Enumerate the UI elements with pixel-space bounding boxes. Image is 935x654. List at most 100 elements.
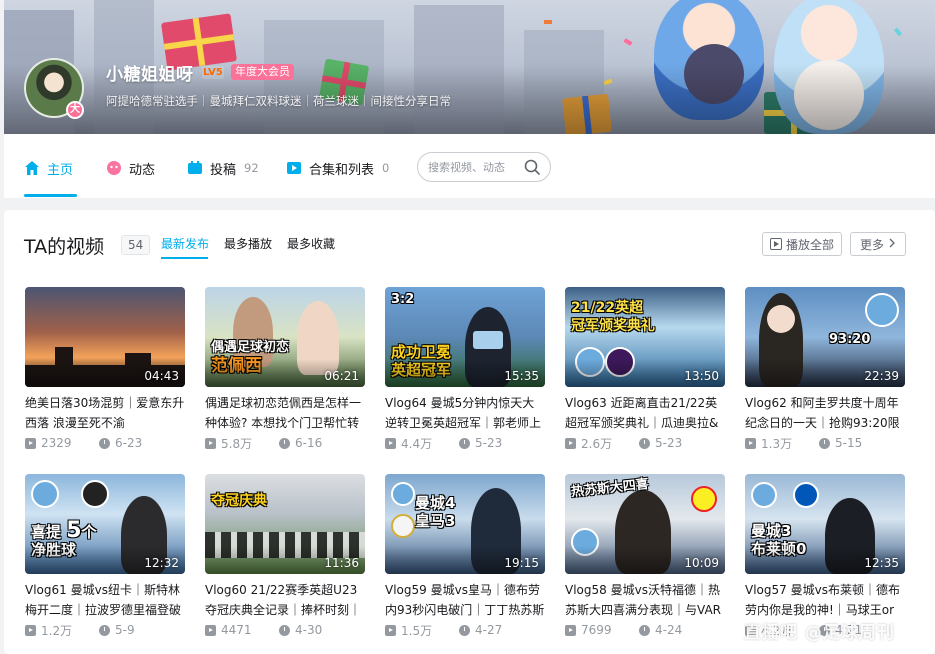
video-duration: 12:32 — [144, 556, 179, 570]
video-thumbnail[interactable]: 21/22英超 冠军颁奖典礼 13:50 — [565, 287, 725, 387]
thumbnail-caption: 曼城4 皇马3 — [415, 494, 456, 530]
video-title[interactable]: Vlog60 21/22赛季英超U23夺冠庆典全记录｜捧杯时刻｜ — [205, 580, 365, 620]
video-thumbnail[interactable]: 04:43 — [25, 287, 185, 387]
collections-count: 0 — [382, 161, 390, 175]
tab-dynamic[interactable]: 动态 — [106, 158, 155, 178]
video-card[interactable]: 3:2 成功卫冕英超冠军 15:35 Vlog64 曼城5分钟内惊天大逆转卫冕英… — [385, 287, 545, 451]
search-icon[interactable] — [524, 159, 540, 175]
video-title[interactable]: 偶遇足球初恋范佩西是怎样一种体验? 本想找个门卫帮忙转 — [205, 393, 365, 433]
tab-home[interactable]: 主页 — [24, 158, 73, 178]
video-meta: 2329 6-23 — [25, 435, 185, 451]
video-thumbnail[interactable]: 喜提 5个净胜球 12:32 — [25, 474, 185, 574]
more-label: 更多 — [859, 237, 884, 252]
video-title[interactable]: Vlog61 曼城vs纽卡｜斯特林梅开二度｜拉波罗德里福登破 — [25, 580, 185, 620]
play-count: 1.2万 — [41, 623, 73, 638]
video-title[interactable]: Vlog63 近距离直击21/22英超冠军颁奖典礼｜瓜迪奥拉& — [565, 393, 725, 433]
video-duration: 13:50 — [684, 369, 719, 383]
active-tab-indicator — [24, 194, 77, 197]
clock-icon — [279, 624, 290, 636]
sort-tab-most-played[interactable]: 最多播放 — [224, 235, 272, 252]
play-count: 5.8万 — [221, 436, 253, 451]
video-title[interactable]: Vlog57 曼城vs布莱顿｜德布劳内你是我的神!｜马球王or — [745, 580, 905, 620]
sort-tab-latest[interactable]: 最新发布 — [161, 235, 209, 252]
video-meta: 1.3万 5-15 — [745, 435, 905, 451]
profile-signature: 阿提哈德常驻选手｜曼城拜仁双料球迷｜荷兰球迷｜间接性分享日常 — [106, 94, 451, 108]
video-card[interactable]: 曼城4 皇马3 19:15 Vlog59 曼城vs皇马｜德布劳内93秒闪电破门｜丁… — [385, 474, 545, 638]
sort-tab-most-favorited[interactable]: 最多收藏 — [287, 235, 335, 252]
video-meta: 5.8万 6-16 — [205, 435, 365, 451]
chevron-right-icon — [888, 237, 896, 251]
video-title[interactable]: Vlog62 和阿圭罗共度十周年纪念日的一天｜抢购93:20限 — [745, 393, 905, 433]
publish-date: 6-23 — [115, 436, 143, 450]
more-button[interactable]: 更多 — [850, 232, 906, 256]
video-thumbnail[interactable]: 曼城3布莱顿0 12:35 — [745, 474, 905, 574]
video-meta: 2.6万 5-23 — [565, 435, 725, 451]
publish-date: 6-16 — [295, 436, 323, 450]
video-card[interactable]: 21/22英超 冠军颁奖典礼 13:50 Vlog63 近距离直击21/22英超冠… — [565, 287, 725, 451]
play-count: 2.6万 — [581, 436, 613, 451]
clock-icon — [459, 437, 470, 449]
search-input[interactable] — [428, 159, 524, 175]
play-count: 2329 — [41, 436, 72, 450]
video-title[interactable]: Vlog64 曼城5分钟内惊天大逆转卫冕英超冠军｜郭老师上 — [385, 393, 545, 433]
play-all-button[interactable]: 播放全部 — [762, 232, 842, 256]
play-count-icon — [205, 437, 216, 449]
thumbnail-caption: 21/22英超 冠军颁奖典礼 — [571, 300, 655, 334]
collections-icon — [286, 160, 302, 176]
sort-tab-indicator — [161, 257, 208, 259]
play-count-icon — [385, 437, 396, 449]
video-duration: 15:35 — [504, 369, 539, 383]
search-box[interactable] — [417, 152, 551, 182]
video-card[interactable]: 93:20 22:39 Vlog62 和阿圭罗共度十周年纪念日的一天｜抢购93:… — [745, 287, 905, 451]
video-card[interactable]: 偶遇足球初恋范佩西 06:21 偶遇足球初恋范佩西是怎样一种体验? 本想找个门卫… — [205, 287, 365, 451]
video-thumbnail[interactable]: 夺冠庆典 11:36 — [205, 474, 365, 574]
play-count-icon — [565, 437, 576, 449]
video-card[interactable]: 热苏斯大四喜 10:09 Vlog58 曼城vs沃特福德｜热苏斯大四喜满分表现｜… — [565, 474, 725, 638]
play-count: 1.3万 — [761, 436, 793, 451]
video-card[interactable]: 04:43 绝美日落30场混剪｜爱意东升西落 浪漫至死不渝 2329 6-23 — [25, 287, 185, 451]
play-count: 4.4万 — [401, 436, 433, 451]
video-thumbnail[interactable]: 偶遇足球初恋范佩西 06:21 — [205, 287, 365, 387]
vip-badge[interactable]: 年度大会员 — [231, 64, 294, 80]
play-count: 1.5万 — [401, 623, 433, 638]
publish-date: 4-27 — [475, 623, 503, 637]
publish-date: 5-9 — [115, 623, 135, 637]
video-card[interactable]: 喜提 5个净胜球 12:32 Vlog61 曼城vs纽卡｜斯特林梅开二度｜拉波罗… — [25, 474, 185, 638]
video-title[interactable]: Vlog59 曼城vs皇马｜德布劳内93秒闪电破门｜丁丁热苏斯福 — [385, 580, 545, 620]
thumbnail-caption: 夺冠庆典 — [211, 493, 267, 509]
video-count-badge: 54 — [121, 235, 151, 255]
play-count-icon — [25, 624, 36, 636]
video-duration: 06:21 — [324, 369, 359, 383]
tab-dynamic-label: 动态 — [129, 162, 156, 178]
tab-uploads[interactable]: 投稿 92 — [187, 158, 259, 178]
avatar-badge: 大 — [66, 101, 84, 119]
clock-icon — [279, 437, 290, 449]
video-meta: 4471 4-30 — [205, 622, 365, 638]
video-thumbnail[interactable]: 热苏斯大四喜 10:09 — [565, 474, 725, 574]
video-title[interactable]: Vlog58 曼城vs沃特福德｜热苏斯大四喜满分表现｜与VAR — [565, 580, 725, 620]
play-count: 4471 — [221, 623, 252, 637]
profile-nav: 主页 动态 投稿 92 合集和列表 0 — [4, 134, 935, 198]
thumbnail-caption: 93:20 — [829, 332, 871, 347]
tab-home-label: 主页 — [47, 162, 74, 178]
dynamic-icon — [106, 160, 122, 176]
video-thumbnail[interactable]: 曼城4 皇马3 19:15 — [385, 474, 545, 574]
video-meta: 7699 4-24 — [565, 622, 725, 638]
video-duration: 04:43 — [144, 369, 179, 383]
play-count-icon — [25, 437, 36, 449]
video-card[interactable]: 夺冠庆典 11:36 Vlog60 21/22赛季英超U23夺冠庆典全记录｜捧杯… — [205, 474, 365, 638]
video-card[interactable]: 曼城3布莱顿0 12:35 Vlog57 曼城vs布莱顿｜德布劳内你是我的神!｜… — [745, 474, 905, 638]
tab-uploads-label: 投稿 — [210, 162, 237, 178]
clock-icon — [639, 624, 650, 636]
publish-date: 5-23 — [655, 436, 683, 450]
publish-date: 4-24 — [655, 623, 683, 637]
video-thumbnail[interactable]: 3:2 成功卫冕英超冠军 15:35 — [385, 287, 545, 387]
publish-date: 5-23 — [475, 436, 503, 450]
video-duration: 11:36 — [324, 556, 359, 570]
play-count: 7699 — [581, 623, 612, 637]
tab-collections[interactable]: 合集和列表 0 — [286, 158, 389, 178]
video-duration: 19:15 — [504, 556, 539, 570]
video-duration: 10:09 — [684, 556, 719, 570]
video-title[interactable]: 绝美日落30场混剪｜爱意东升西落 浪漫至死不渝 — [25, 393, 185, 433]
video-thumbnail[interactable]: 93:20 22:39 — [745, 287, 905, 387]
